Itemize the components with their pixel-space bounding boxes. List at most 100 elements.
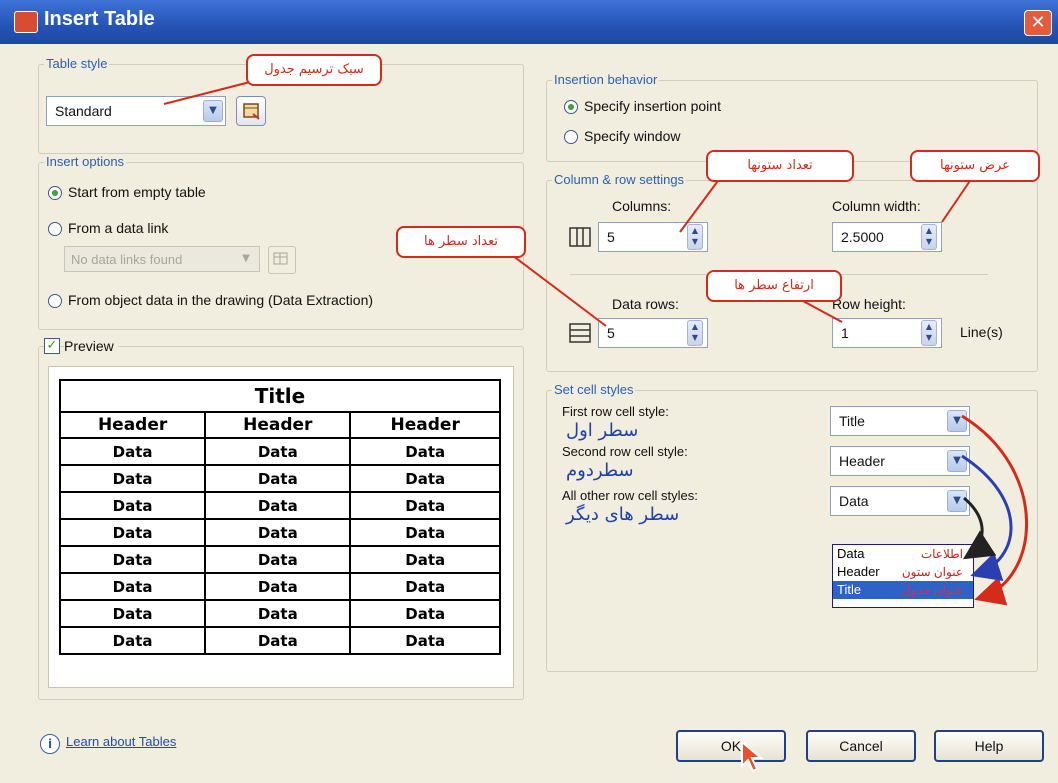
preview-data-cell: Data [58,437,207,466]
row-height-label: Row height: [832,296,906,312]
other-rows-style-label: All other row cell styles: [562,488,698,503]
data-rows-label: Data rows: [612,296,679,312]
row-height-unit: Line(s) [960,324,1003,340]
app-icon [14,11,38,33]
data-link-icon [273,252,288,265]
data-rows-field[interactable]: 5 ▲ ▼ [598,318,708,348]
table-style-callout: سبک ترسیم جدول [246,54,382,86]
insert-options-group-label: Insert options [44,154,127,169]
preview-header-cell: Header [58,411,207,439]
option-persian-note: عنوان ستون [901,565,963,579]
cancel-button[interactable]: Cancel [806,730,916,762]
preview-data-cell: Data [204,437,352,466]
start-empty-label: Start from empty table [68,184,206,200]
radio-specify-insertion-point[interactable] [564,100,578,114]
row-height-callout: ارتفاع سطر ها [706,270,842,302]
title-bar[interactable] [0,0,1058,44]
preview-data-cell: Data [204,545,352,574]
chevron-down-icon[interactable]: ▼ [203,100,223,122]
from-data-link-label: From a data link [68,220,169,236]
column-width-spinner[interactable]: ▲ ▼ [921,224,937,250]
table-style-dropdown[interactable]: Standard ▼ [46,96,226,126]
chevron-down-icon: ▼ [242,253,250,264]
columns-count-callout: تعداد ستونها [706,150,854,182]
cell-styles-group-label: Set cell styles [552,382,636,397]
column-row-group-label: Column & row settings [552,172,687,187]
other-rows-persian-note: سطر های دیگر [566,504,680,525]
specify-window-label: Specify window [584,128,681,144]
preview-data-cell: Data [204,518,352,547]
columns-spinner[interactable]: ▲ ▼ [687,224,703,250]
preview-data-cell: Data [58,518,207,547]
columns-icon [569,227,591,247]
preview-label: Preview [64,338,118,354]
from-object-data-label: From object data in the drawing (Data Ex… [68,292,374,308]
table-style-value: Standard [55,103,112,119]
data-rows-spinner[interactable]: ▲ ▼ [687,320,703,346]
chevron-down-icon[interactable]: ▼ [947,450,967,472]
chevron-down-icon[interactable]: ▼ [947,410,967,432]
list-item-selected[interactable]: Title عنوان جدول [833,581,973,599]
option-persian-note: اطلاعات [920,547,963,561]
column-width-label: Column width: [832,198,921,214]
mouse-cursor-icon [741,740,764,773]
columns-field[interactable]: 5 ▲ ▼ [598,222,708,252]
insert-table-dialog: Insert Table ✕ Table style Standard ▼ In… [0,0,1058,783]
first-row-persian-note: سطر اول [566,420,639,441]
data-link-value: No data links found [71,252,183,267]
data-link-dropdown: No data links found ▼ [64,246,260,272]
preview-data-cell: Data [204,491,352,520]
other-rows-style-value: Data [839,493,869,509]
row-height-spinner[interactable]: ▲ ▼ [921,320,937,346]
column-width-callout: عرض ستونها [910,150,1040,182]
option-label: Data [837,546,865,561]
radio-from-data-link[interactable] [48,222,62,236]
preview-data-cell: Data [349,464,501,493]
second-row-persian-note: سطردوم [566,460,634,481]
preview-data-cell: Data [58,491,207,520]
help-button[interactable]: Help [934,730,1044,762]
rows-count-callout: تعداد سطر ها [396,226,526,258]
preview-checkbox[interactable]: ✓ [44,338,60,354]
column-width-value: 2.5000 [841,229,884,245]
chevron-down-icon[interactable]: ▼ [947,490,967,512]
preview-data-cell: Data [204,599,352,628]
ok-button[interactable]: OK [676,730,786,762]
specify-insertion-point-label: Specify insertion point [584,98,721,114]
data-rows-value: 5 [607,325,615,341]
info-icon: i [40,734,60,754]
other-rows-style-dropdown[interactable]: Data ▼ [830,486,970,516]
table-style-icon [243,103,260,120]
first-row-style-dropdown[interactable]: Title ▼ [830,406,970,436]
preview-data-row: Data Data Data [58,626,501,655]
columns-label: Columns: [612,198,672,214]
list-item[interactable]: Data اطلاعات [833,545,973,563]
first-row-style-value: Title [839,413,865,429]
second-row-style-label: Second row cell style: [562,444,688,459]
preview-table: Title Header Header Header Data Data Data D… [58,379,501,655]
preview-data-row: Data Data Data [58,491,501,520]
table-style-dialog-button[interactable] [236,96,266,126]
cell-style-options-list: Data اطلاعات Header عنوان ستون Title عنو… [832,544,974,608]
window-title: Insert Table [44,8,155,30]
radio-from-object-data[interactable] [48,294,62,308]
list-item[interactable]: Header عنوان ستون [833,563,973,581]
learn-about-tables-link[interactable]: Learn about Tables [66,734,176,749]
second-row-style-dropdown[interactable]: Header ▼ [830,446,970,476]
radio-specify-window[interactable] [564,130,578,144]
preview-data-cell: Data [349,572,501,601]
preview-data-row: Data Data Data [58,464,501,493]
preview-title-cell: Title [59,379,501,413]
first-row-style-label: First row cell style: [562,404,669,419]
close-button[interactable]: ✕ [1024,10,1052,36]
radio-start-empty[interactable] [48,186,62,200]
row-height-field[interactable]: 1 ▲ ▼ [832,318,942,348]
rows-icon [569,323,591,343]
second-row-style-value: Header [839,453,885,469]
preview-data-row: Data Data Data [58,437,501,466]
preview-data-cell: Data [58,545,207,574]
preview-data-cell: Data [58,464,207,493]
row-height-value: 1 [841,325,849,341]
column-width-field[interactable]: 2.5000 ▲ ▼ [832,222,942,252]
preview-data-row: Data Data Data [58,572,501,601]
